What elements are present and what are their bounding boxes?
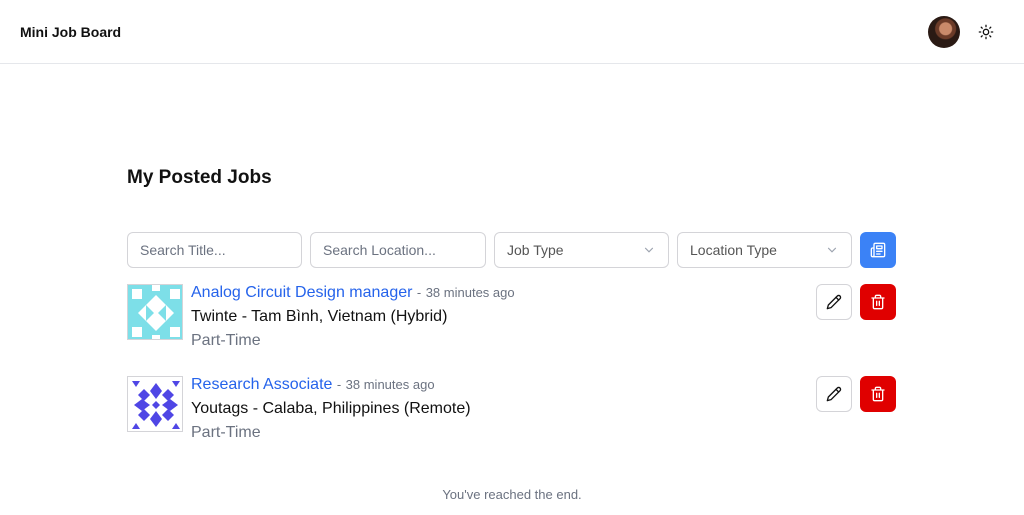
edit-job-button[interactable]: [816, 376, 852, 412]
theme-toggle-button[interactable]: [974, 20, 998, 44]
trash-icon: [871, 294, 885, 310]
edit-job-button[interactable]: [816, 284, 852, 320]
company-location: Youtags - Calaba, Philippines (Remote): [191, 400, 471, 417]
job-type: Part-Time: [191, 424, 261, 441]
end-of-list-message: You've reached the end.: [442, 487, 582, 502]
trash-icon: [871, 386, 885, 402]
job-list-item: Analog Circuit Design manager - 38 minut…: [127, 284, 896, 364]
page-title: My Posted Jobs: [127, 167, 272, 188]
title-separator: -: [416, 285, 422, 300]
user-avatar[interactable]: [928, 16, 960, 48]
company-logo: [127, 284, 183, 340]
apply-filters-button[interactable]: [860, 232, 896, 268]
pencil-icon: [826, 294, 842, 310]
location-type-label: Location Type: [690, 242, 777, 258]
search-title-input[interactable]: [127, 232, 302, 268]
job-title-link[interactable]: Research Associate: [191, 376, 332, 393]
posted-time: 38 minutes ago: [425, 285, 515, 300]
job-title-link[interactable]: Analog Circuit Design manager: [191, 284, 412, 301]
sun-icon: [978, 24, 994, 40]
chevron-down-icon: [642, 243, 656, 257]
pencil-icon: [826, 386, 842, 402]
job-type: Part-Time: [191, 332, 261, 349]
title-separator: -: [336, 377, 342, 392]
brand-title[interactable]: Mini Job Board: [20, 24, 121, 40]
job-type-label: Job Type: [507, 242, 564, 258]
navbar: Mini Job Board: [0, 0, 1024, 64]
location-type-select[interactable]: Location Type: [677, 232, 852, 268]
delete-job-button[interactable]: [860, 376, 896, 412]
posted-time: 38 minutes ago: [345, 377, 435, 392]
company-logo: [127, 376, 183, 432]
chevron-down-icon: [825, 243, 839, 257]
job-type-select[interactable]: Job Type: [494, 232, 669, 268]
job-list-item: Research Associate - 38 minutes ago Yout…: [127, 376, 896, 456]
newspaper-icon: [870, 242, 886, 258]
delete-job-button[interactable]: [860, 284, 896, 320]
company-location: Twinte - Tam Bình, Vietnam (Hybrid): [191, 308, 448, 325]
search-location-input[interactable]: [310, 232, 486, 268]
